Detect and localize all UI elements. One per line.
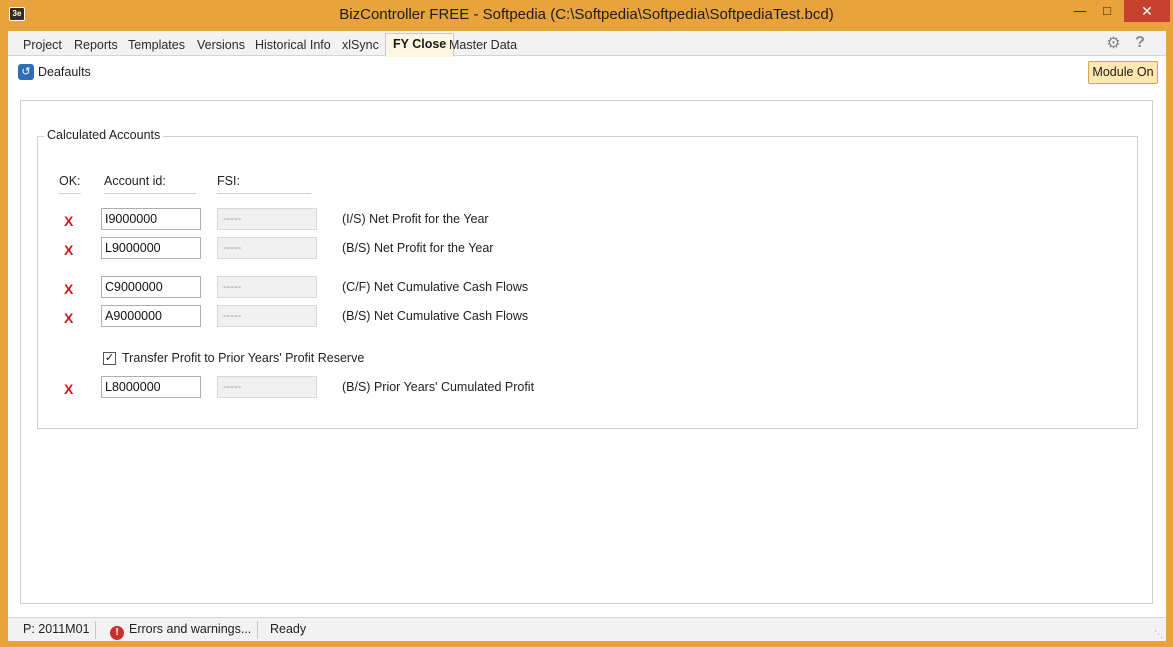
module-on-button[interactable]: Module On xyxy=(1088,61,1158,84)
status-bar: P: 2011M01 ! Errors and warnings... Ready… xyxy=(8,617,1166,641)
fsi-input[interactable]: ----- xyxy=(217,305,317,327)
tab-master-data[interactable]: Master Data xyxy=(442,34,524,56)
minimize-icon[interactable]: — xyxy=(1066,0,1094,22)
calculated-accounts-group: Calculated Accounts OK: Account id: FSI:… xyxy=(37,128,1138,429)
tab-project[interactable]: Project xyxy=(16,34,69,56)
client-area: Project Reports Templates Versions Histo… xyxy=(8,31,1166,641)
resize-grip-icon[interactable]: ⋱ xyxy=(1154,629,1164,639)
header-underline xyxy=(59,193,81,194)
status-ready: Ready xyxy=(270,622,307,636)
tab-xlsync[interactable]: xlSync xyxy=(335,34,386,56)
column-header-account: Account id: xyxy=(104,174,166,188)
transfer-profit-label: Transfer Profit to Prior Years' Profit R… xyxy=(122,351,365,365)
header-underline xyxy=(104,193,196,194)
column-header-fsi: FSI: xyxy=(217,174,240,188)
account-description: (I/S) Net Profit for the Year xyxy=(342,212,489,226)
status-x-mark: X xyxy=(64,381,74,397)
tab-reports[interactable]: Reports xyxy=(67,34,125,56)
status-x-mark: X xyxy=(64,242,74,258)
defaults-label: Deafaults xyxy=(38,65,91,79)
close-icon[interactable]: ✕ xyxy=(1124,0,1170,22)
help-icon[interactable]: ? xyxy=(1132,34,1148,51)
header-underline xyxy=(217,193,311,194)
group-title: Calculated Accounts xyxy=(44,128,164,142)
status-x-mark: X xyxy=(64,310,74,326)
fsi-input[interactable]: ----- xyxy=(217,376,317,398)
account-description: (B/S) Prior Years' Cumulated Profit xyxy=(342,380,535,394)
status-separator xyxy=(95,621,96,639)
transfer-profit-checkbox-row[interactable]: ✓ Transfer Profit to Prior Years' Profit… xyxy=(103,351,364,365)
gear-icon[interactable]: ⚙ xyxy=(1105,35,1122,52)
account-description: (B/S) Net Profit for the Year xyxy=(342,241,494,255)
fy-close-panel: Calculated Accounts OK: Account id: FSI:… xyxy=(20,100,1153,604)
column-header-ok: OK: xyxy=(59,174,81,188)
maximize-icon[interactable]: □ xyxy=(1094,0,1120,22)
fsi-input[interactable]: ----- xyxy=(217,208,317,230)
fsi-input[interactable]: ----- xyxy=(217,276,317,298)
account-id-input[interactable]: I9000000 xyxy=(101,208,201,230)
errors-warnings-button[interactable]: ! Errors and warnings... xyxy=(110,618,251,641)
title-bar[interactable]: 3e BizController FREE - Softpedia (C:\So… xyxy=(0,0,1173,30)
tab-versions[interactable]: Versions xyxy=(190,34,252,56)
status-period[interactable]: P: 2011M01 xyxy=(23,618,89,641)
tab-historical-info[interactable]: Historical Info xyxy=(248,34,338,56)
status-x-mark: X xyxy=(64,213,74,229)
account-id-input[interactable]: C9000000 xyxy=(101,276,201,298)
error-icon: ! xyxy=(110,626,124,640)
account-id-input[interactable]: L8000000 xyxy=(101,376,201,398)
account-description: (C/F) Net Cumulative Cash Flows xyxy=(342,280,529,294)
status-separator xyxy=(257,621,258,639)
defaults-button[interactable]: ↺ Deafaults xyxy=(18,63,91,81)
tab-bar: Project Reports Templates Versions Histo… xyxy=(8,31,1166,57)
app-window: 3e BizController FREE - Softpedia (C:\So… xyxy=(0,0,1173,647)
window-title: BizController FREE - Softpedia (C:\Softp… xyxy=(339,6,834,23)
account-description: (B/S) Net Cumulative Cash Flows xyxy=(342,309,529,323)
account-id-input[interactable]: A9000000 xyxy=(101,305,201,327)
check-icon[interactable]: ✓ xyxy=(103,351,116,365)
tab-templates[interactable]: Templates xyxy=(121,34,192,56)
restore-defaults-icon: ↺ xyxy=(18,64,34,80)
fsi-input[interactable]: ----- xyxy=(217,237,317,259)
account-id-input[interactable]: L9000000 xyxy=(101,237,201,259)
errors-warnings-label: Errors and warnings... xyxy=(129,622,252,636)
status-x-mark: X xyxy=(64,281,74,297)
